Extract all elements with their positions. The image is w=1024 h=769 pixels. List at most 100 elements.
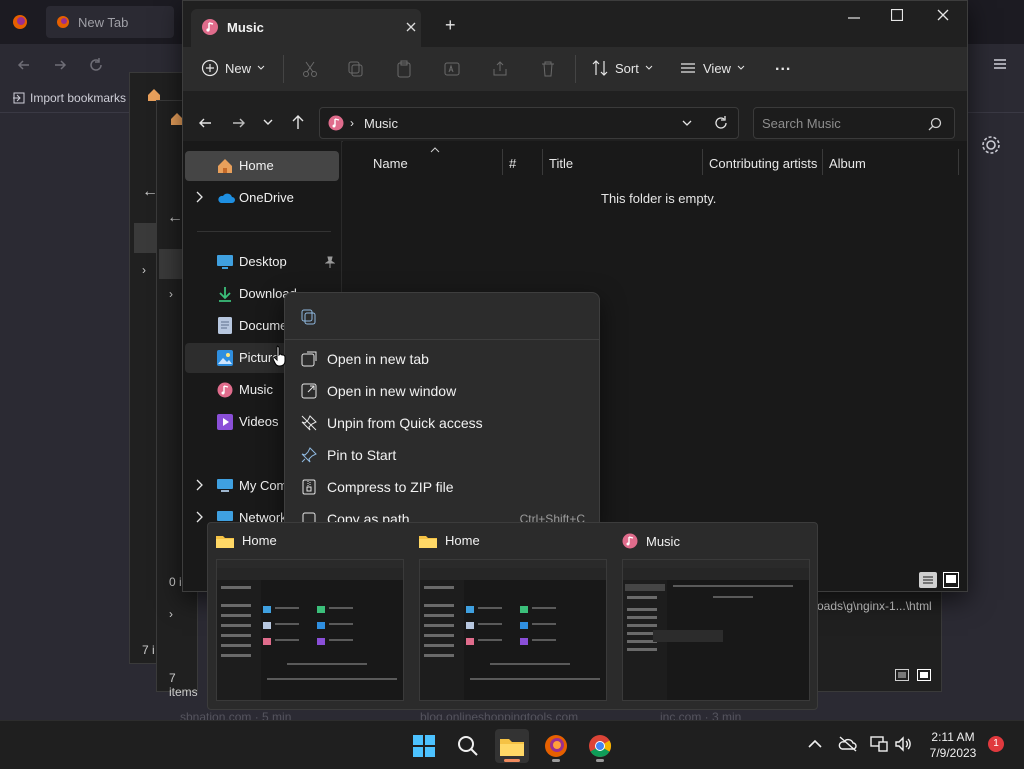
- firefox-tab-icon: [56, 15, 70, 29]
- copy-icon[interactable]: [347, 60, 365, 78]
- chevron-right-icon[interactable]: [195, 191, 203, 203]
- music-icon: [622, 533, 638, 549]
- network-icon[interactable]: [870, 735, 888, 753]
- breadcrumb-music[interactable]: Music: [364, 116, 398, 131]
- taskbar-firefox-button[interactable]: [539, 729, 573, 763]
- new-tab-button[interactable]: +: [445, 15, 456, 36]
- view-button[interactable]: View: [679, 59, 745, 77]
- pin-icon[interactable]: [325, 256, 335, 268]
- copy-icon[interactable]: [301, 309, 317, 325]
- unpin-icon: [301, 415, 317, 431]
- taskbar-search-button[interactable]: [451, 729, 485, 763]
- running-indicator: [596, 759, 604, 762]
- rename-icon[interactable]: [443, 60, 461, 78]
- onedrive-offline-icon[interactable]: [838, 735, 858, 753]
- firefox-icon[interactable]: [12, 14, 28, 30]
- column-divider[interactable]: [822, 149, 823, 175]
- chevron-down-icon: [257, 65, 265, 71]
- nav-item-home[interactable]: Home: [185, 151, 339, 181]
- view-list-icon: [679, 59, 697, 77]
- explorer-tab[interactable]: Music: [191, 9, 421, 47]
- refresh-icon[interactable]: [714, 116, 728, 130]
- sort-ascending-icon: [430, 147, 440, 153]
- up-arrow-icon[interactable]: [291, 114, 305, 130]
- nav-item-onedrive[interactable]: OneDrive: [185, 183, 339, 213]
- document-icon: [218, 317, 232, 334]
- taskbar-chrome-button[interactable]: [583, 729, 617, 763]
- tiles-view-button[interactable]: [943, 572, 959, 588]
- cut-icon[interactable]: [301, 60, 319, 78]
- column-header-album[interactable]: Album: [829, 156, 866, 171]
- start-button[interactable]: [407, 729, 441, 763]
- close-window-icon[interactable]: [937, 9, 949, 21]
- browser-tab-title: New Tab: [78, 14, 129, 30]
- menu-item-pin-to-start[interactable]: Pin to Start: [285, 439, 599, 471]
- sort-button[interactable]: Sort: [591, 59, 653, 77]
- chevron-right-icon[interactable]: ›: [169, 607, 173, 621]
- toolbar-divider: [283, 55, 284, 83]
- column-header-name[interactable]: Name: [373, 156, 408, 171]
- details-view-icon[interactable]: [895, 669, 909, 681]
- address-dropdown-chevron-icon[interactable]: [682, 120, 692, 128]
- details-view-button[interactable]: [919, 572, 937, 588]
- plus-circle-icon: [201, 59, 219, 77]
- minimize-icon[interactable]: [847, 13, 861, 23]
- chevron-right-icon[interactable]: ›: [169, 287, 173, 301]
- forward-arrow-icon[interactable]: [231, 115, 247, 131]
- tiles-view-icon[interactable]: [917, 669, 931, 681]
- menu-icon[interactable]: [992, 56, 1008, 72]
- new-button[interactable]: New: [201, 59, 265, 77]
- paste-icon[interactable]: [395, 60, 413, 78]
- menu-item-open-in-new-window[interactable]: Open in new window: [285, 375, 599, 407]
- column-divider[interactable]: [958, 149, 959, 175]
- column-divider[interactable]: [502, 149, 503, 175]
- nav-item-desktop[interactable]: Desktop: [185, 247, 339, 277]
- address-bar[interactable]: › Music: [319, 107, 739, 139]
- folder-icon: [500, 736, 524, 756]
- close-tab-icon[interactable]: [405, 21, 417, 33]
- back-arrow-icon[interactable]: [197, 115, 213, 131]
- more-options-button[interactable]: ...: [775, 57, 791, 75]
- preview-window-home-1[interactable]: Home: [208, 523, 411, 709]
- context-menu: Open in new tab Open in new window Unpin…: [284, 292, 600, 529]
- recent-locations-chevron-icon[interactable]: [263, 119, 273, 127]
- share-icon[interactable]: [491, 60, 509, 78]
- menu-item-compress-to-zip[interactable]: Compress to ZIP file: [285, 471, 599, 503]
- menu-item-open-in-new-tab[interactable]: Open in new tab: [285, 343, 599, 375]
- search-icon[interactable]: [928, 117, 942, 131]
- taskbar-file-explorer-button[interactable]: [495, 729, 529, 763]
- status-text: 0 i: [169, 575, 182, 589]
- settings-gear-icon[interactable]: [980, 134, 1002, 156]
- status-text: 7 items: [169, 671, 198, 699]
- chevron-up-icon[interactable]: [808, 739, 822, 749]
- preview-window-music[interactable]: Music: [614, 523, 817, 709]
- delete-icon[interactable]: [539, 60, 557, 78]
- import-bookmarks-link[interactable]: Import bookmarks: [12, 91, 126, 105]
- chevron-right-icon[interactable]: [195, 511, 203, 523]
- column-header-title[interactable]: Title: [549, 156, 573, 171]
- forward-arrow-icon[interactable]: [52, 57, 68, 73]
- toolbar-divider: [575, 55, 576, 83]
- column-divider[interactable]: [542, 149, 543, 175]
- back-arrow-icon[interactable]: ←: [167, 209, 183, 227]
- background-explorer-window[interactable]: oads\g\nginx-1...\html: [808, 590, 942, 692]
- notification-badge[interactable]: 1: [988, 736, 1004, 752]
- chevron-right-icon[interactable]: ›: [142, 263, 146, 277]
- browser-tab[interactable]: New Tab: [46, 6, 174, 38]
- column-header-contributing-artists[interactable]: Contributing artists: [709, 156, 817, 171]
- column-divider[interactable]: [702, 149, 703, 175]
- search-placeholder: Search Music: [762, 116, 841, 131]
- maximize-icon[interactable]: [891, 9, 903, 21]
- menu-item-unpin-from-quick-access[interactable]: Unpin from Quick access: [285, 407, 599, 439]
- column-header-number[interactable]: #: [509, 156, 516, 171]
- onedrive-cloud-icon: [217, 192, 235, 204]
- sort-arrows-icon: [591, 59, 609, 77]
- back-arrow-icon[interactable]: [16, 57, 32, 73]
- preview-window-home-2[interactable]: Home: [411, 523, 614, 709]
- clock[interactable]: 2:11 AM 7/9/2023: [920, 729, 986, 761]
- volume-icon[interactable]: [894, 735, 912, 753]
- pictures-icon: [217, 350, 233, 366]
- chevron-right-icon[interactable]: [195, 479, 203, 491]
- reload-icon[interactable]: [88, 57, 104, 73]
- search-box[interactable]: Search Music: [753, 107, 955, 139]
